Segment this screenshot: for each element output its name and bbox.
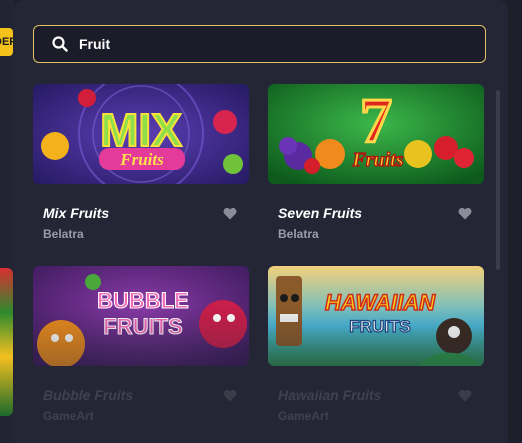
search-input[interactable] (79, 36, 485, 52)
game-title[interactable]: Bubble Fruits (43, 387, 133, 403)
art-text-sub: Fruits (119, 150, 164, 169)
game-thumbnail[interactable]: 7 Fruits (268, 84, 484, 184)
art-text-sub: Fruits (351, 149, 403, 171)
background-game-thumbnail[interactable] (0, 268, 13, 416)
game-card[interactable]: MIX Fruits Mix Fruits Belatra (33, 84, 249, 241)
game-card[interactable]: BUBBLE FRUITS Bubble Fruits GameArt (33, 266, 249, 423)
game-provider: GameArt (43, 409, 94, 423)
heart-icon[interactable] (458, 207, 472, 220)
search-panel: MIX Fruits Mix Fruits Belatra (14, 0, 508, 443)
game-provider: Belatra (278, 227, 319, 241)
heart-icon[interactable] (223, 207, 237, 220)
heart-icon[interactable] (223, 389, 237, 402)
game-title[interactable]: Hawaiian Fruits (278, 387, 381, 403)
art-text-sub: FRUITS (349, 317, 410, 336)
art-text-sub: FRUITS (103, 314, 182, 339)
art-text-main: HAWAIIAN (325, 290, 436, 315)
game-thumbnail[interactable]: HAWAIIAN FRUITS (268, 266, 484, 366)
game-card[interactable]: HAWAIIAN FRUITS Hawaiian Fruits GameArt (268, 266, 484, 423)
search-box[interactable] (33, 25, 486, 63)
search-icon (52, 36, 68, 52)
game-provider: GameArt (278, 409, 329, 423)
heart-icon[interactable] (458, 389, 472, 402)
art-text-main: 7 (360, 85, 392, 156)
game-provider: Belatra (43, 227, 84, 241)
scrollbar[interactable] (496, 90, 500, 270)
deposit-button[interactable]: DEPOSIT (0, 28, 13, 56)
game-title[interactable]: Seven Fruits (278, 205, 362, 221)
game-thumbnail[interactable]: BUBBLE FRUITS (33, 266, 249, 366)
game-thumbnail[interactable]: MIX Fruits (33, 84, 249, 184)
game-title[interactable]: Mix Fruits (43, 205, 109, 221)
game-card[interactable]: 7 Fruits Seven Fruits Belatra (268, 84, 484, 241)
art-text-main: BUBBLE (97, 288, 189, 313)
